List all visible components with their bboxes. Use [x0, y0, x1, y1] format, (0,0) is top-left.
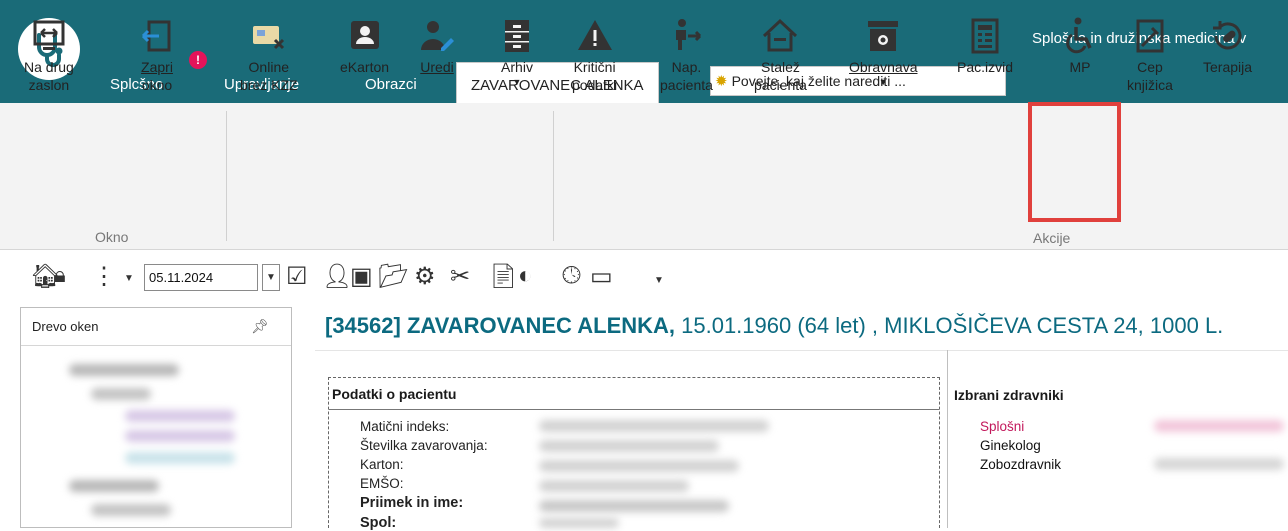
more-vertical-icon[interactable]: ⋮: [92, 262, 116, 291]
arhiv-button[interactable]: Arhiv ▼: [497, 14, 537, 88]
tree-item[interactable]: [91, 504, 171, 516]
case-box-icon: [868, 21, 899, 51]
cep-knjizica-button[interactable]: Cep knjižica: [1127, 14, 1173, 94]
group-label-akcije: Akcije: [1033, 230, 1071, 246]
home-icon: [763, 18, 798, 52]
redacted-value: [539, 518, 619, 528]
chevron-down-icon[interactable]: ▼: [124, 273, 134, 284]
tab-obrazci[interactable]: Obrazci: [365, 76, 417, 93]
mp-button[interactable]: MP: [1060, 14, 1100, 76]
tree-item[interactable]: [125, 410, 235, 422]
notification-badge[interactable]: !: [189, 51, 207, 69]
document-icon[interactable]: 📄︎: [488, 262, 518, 291]
field-maticni-indeks: Matični indeks:: [360, 419, 450, 434]
redacted-value: [1154, 420, 1284, 432]
ribbon-separator: [226, 111, 227, 241]
mp-highlight-box: [1028, 102, 1121, 222]
tree-item[interactable]: [69, 364, 179, 376]
obravnava-button[interactable]: Obravnava ▼: [849, 14, 917, 88]
chevron-down-icon[interactable]: ▼: [654, 275, 664, 286]
redacted-value: [1154, 458, 1284, 470]
date-dropdown-button[interactable]: ▼: [262, 264, 280, 291]
gear-icon[interactable]: ⚙: [414, 262, 436, 291]
redacted-value: [539, 420, 769, 432]
tab-zavarovanec-alenka[interactable]: ZAVAROVANEC ALENKA: [456, 62, 659, 103]
doctor-zobozdravnik[interactable]: Zobozdravnik: [980, 457, 1061, 472]
patient-header-id: [34562] ZAVAROVANEC ALENKA,: [325, 313, 676, 338]
tree-item[interactable]: [69, 480, 159, 492]
monitor-swap-icon: [33, 20, 65, 50]
clock-icon[interactable]: 🕓︎: [562, 262, 581, 290]
redacted-value: [539, 460, 739, 472]
window-tree-header: Drevo oken 📌︎: [21, 308, 291, 346]
user-icon[interactable]: 👤︎: [322, 262, 352, 291]
close-window-icon: [141, 20, 171, 52]
redacted-value: [539, 440, 719, 452]
report-document-icon: [971, 18, 999, 54]
zapri-okno-button[interactable]: Zapri okno: [137, 14, 177, 94]
window-tree-panel: Drevo oken 📌︎: [20, 307, 292, 528]
wheelchair-icon: [1066, 17, 1092, 54]
window-tree-title: Drevo oken: [32, 319, 99, 334]
na-drug-zaslon-button[interactable]: Na drug zaslon: [24, 14, 74, 94]
card-offline-icon: [252, 26, 284, 50]
online-brez-kzz-button[interactable]: Online brez KZZ: [240, 14, 298, 94]
field-spol: Spol:: [360, 515, 397, 531]
field-karton: Karton:: [360, 457, 404, 472]
stalez-pacienta-button[interactable]: Stalež pacienta: [754, 14, 807, 94]
warning-icon: [577, 20, 612, 50]
field-priimek-in-ime: Priimek in ime:: [360, 495, 464, 511]
doctor-ginekolog[interactable]: Ginekolog: [980, 438, 1041, 453]
tree-item[interactable]: [91, 388, 151, 400]
user-edit-icon: [421, 21, 454, 51]
group-label-okno: Okno: [95, 229, 129, 245]
selected-doctors-title: Izbrani zdravniki: [954, 387, 1064, 403]
pill-cycle-icon: [1212, 21, 1241, 50]
ekarton-button[interactable]: eKarton: [340, 14, 389, 76]
folder-open-icon[interactable]: 📂︎: [378, 262, 408, 291]
box-icon[interactable]: ▣: [350, 262, 373, 291]
patient-data-panel: Podatki o pacientu Matični indeks: Števi…: [328, 377, 940, 531]
patient-data-title: Podatki o pacientu: [329, 378, 939, 410]
nap-pacienta-button[interactable]: Nap. pacienta: [660, 14, 713, 94]
pac-izvid-button[interactable]: Pac.izvid: [957, 14, 1013, 76]
patient-header-details: 15.01.1960 (64 let) , MIKLOŠIČEVA CESTA …: [675, 313, 1224, 338]
date-input[interactable]: 05.11.2024: [144, 264, 258, 291]
selected-doctors-panel: Izbrani zdravniki Splošni Ginekolog Zobo…: [947, 350, 1288, 528]
calculator-icon[interactable]: ◐: [518, 262, 533, 290]
chevron-down-icon: ▼: [512, 77, 522, 87]
patient-transfer-icon: [676, 19, 702, 50]
field-emso: EMŠO:: [360, 476, 404, 491]
terapija-button[interactable]: Terapija: [1203, 14, 1252, 76]
ribbon-separator: [553, 111, 554, 241]
card-offline-icon[interactable]: ▭: [590, 262, 613, 291]
vaccine-book-icon: [1136, 19, 1164, 53]
field-stevilka-zavarovanja: Številka zavarovanja:: [360, 438, 488, 453]
uredi-button[interactable]: Uredi: [417, 14, 457, 76]
lightbulb-icon: ✹: [715, 73, 728, 90]
lock-icon[interactable]: 🔒︎: [54, 262, 66, 288]
tree-item[interactable]: [125, 430, 235, 442]
kriticni-podatki-button[interactable]: Kritični podatki: [572, 14, 617, 94]
patient-header: [34562] ZAVAROVANEC ALENKA, 15.01.1960 (…: [325, 313, 1223, 339]
pin-icon[interactable]: 📌︎: [251, 318, 269, 335]
chevron-down-icon: ▼: [878, 77, 888, 87]
redacted-value: [539, 480, 689, 492]
archive-cabinet-icon: [505, 20, 529, 52]
calendar-check-icon[interactable]: ☑: [286, 262, 308, 291]
tree-item[interactable]: [125, 452, 235, 464]
redacted-value: [539, 500, 729, 512]
tools-icon[interactable]: ✂: [450, 262, 470, 291]
contact-card-icon: [350, 21, 379, 49]
doctor-splosni[interactable]: Splošni: [980, 419, 1024, 434]
